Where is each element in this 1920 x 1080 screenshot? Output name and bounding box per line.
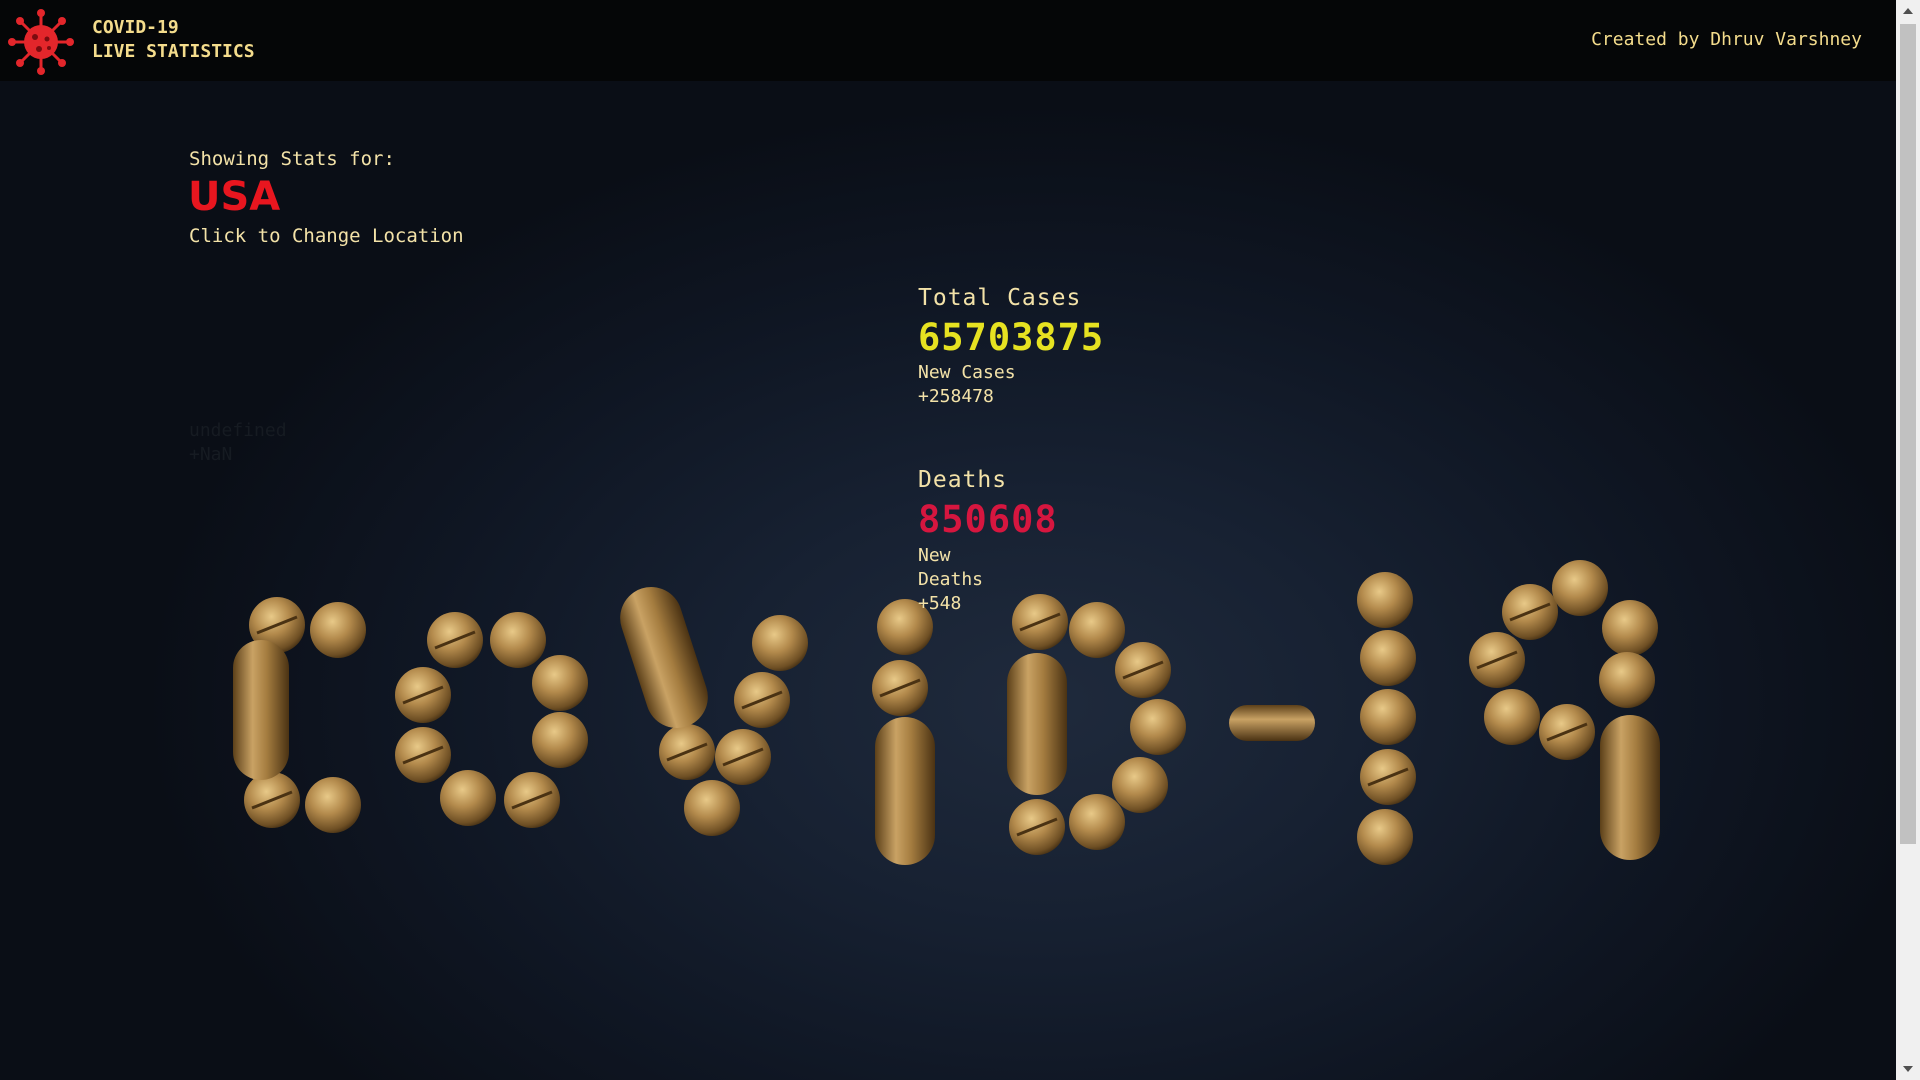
location-country[interactable]: USA <box>188 172 280 222</box>
undefined-value: +NaN <box>189 444 233 465</box>
decorative-capsule <box>233 640 289 780</box>
decorative-pill <box>752 615 808 671</box>
credit-text: Created by Dhruv Varshney <box>1591 29 1862 50</box>
decorative-pill <box>684 780 740 836</box>
deaths-value: 850608 <box>918 498 1058 541</box>
brand-line-2: LIVE STATISTICS <box>92 41 255 62</box>
top-header: COVID-19 LIVE STATISTICS Created by Dhru… <box>0 0 1896 81</box>
decorative-pill <box>1112 757 1168 813</box>
decorative-pill <box>1360 630 1416 686</box>
new-deaths-value: +548 <box>918 593 962 614</box>
decorative-pill <box>1484 689 1540 745</box>
decorative-pill <box>532 655 588 711</box>
decorative-capsule <box>1007 653 1067 795</box>
decorative-pill <box>310 602 366 658</box>
decorative-pill <box>1069 602 1125 658</box>
new-cases-label: New Cases <box>918 362 1016 383</box>
decorative-capsule <box>875 717 935 865</box>
brand-title: COVID-19 LIVE STATISTICS <box>92 16 255 64</box>
total-cases-value: 65703875 <box>918 316 1105 359</box>
total-cases-title: Total Cases <box>918 285 1082 311</box>
vertical-scrollbar[interactable] <box>1896 0 1920 1080</box>
scroll-up-arrow-icon[interactable] <box>1896 0 1920 22</box>
decorative-capsule <box>620 587 708 728</box>
decorative-pill <box>490 612 546 668</box>
undefined-label: undefined <box>189 420 287 441</box>
new-cases-value: +258478 <box>918 386 994 407</box>
decorative-pill <box>1357 572 1413 628</box>
decorative-pill <box>1602 600 1658 656</box>
virus-icon <box>8 9 74 75</box>
decorative-pill <box>1130 699 1186 755</box>
decorative-pill <box>305 777 361 833</box>
decorative-pill <box>1069 794 1125 850</box>
decorative-pill <box>1599 652 1655 708</box>
brand-line-1: COVID-19 <box>92 17 179 38</box>
decorative-pill <box>1360 689 1416 745</box>
scroll-down-arrow-icon[interactable] <box>1896 1058 1920 1080</box>
decorative-capsule <box>1600 715 1660 860</box>
deaths-title: Deaths <box>918 467 1008 493</box>
decorative-pill <box>1357 809 1413 865</box>
decorative-pill <box>440 770 496 826</box>
page-background: COVID-19 LIVE STATISTICS Created by Dhru… <box>0 0 1896 1080</box>
location-label: Showing Stats for: <box>189 148 395 170</box>
decorative-pill <box>1552 560 1608 616</box>
scrollbar-thumb[interactable] <box>1900 24 1916 844</box>
new-deaths-label-line-2: Deaths <box>918 569 984 590</box>
new-deaths-label-line-1: New <box>918 545 951 566</box>
decorative-pill <box>532 712 588 768</box>
change-location-link[interactable]: Click to Change Location <box>189 225 464 247</box>
decorative-capsule <box>1229 705 1315 741</box>
